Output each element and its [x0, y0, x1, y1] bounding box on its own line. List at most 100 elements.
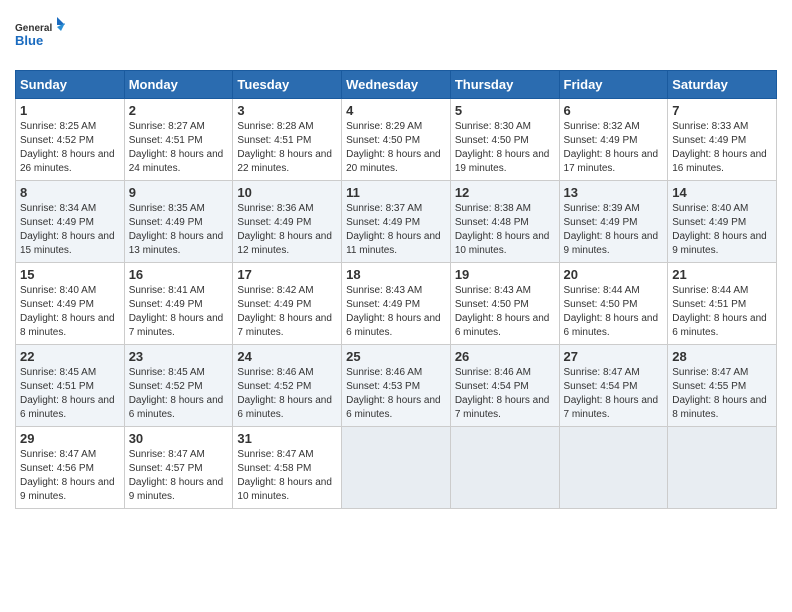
- day-number: 13: [564, 185, 664, 200]
- cell-info: Sunrise: 8:28 AMSunset: 4:51 PMDaylight:…: [237, 121, 332, 174]
- calendar-cell: 23 Sunrise: 8:45 AMSunset: 4:52 PMDaylig…: [124, 345, 233, 427]
- day-number: 14: [672, 185, 772, 200]
- calendar-cell: 16 Sunrise: 8:41 AMSunset: 4:49 PMDaylig…: [124, 263, 233, 345]
- day-number: 8: [20, 185, 120, 200]
- day-number: 31: [237, 431, 337, 446]
- calendar-cell: 9 Sunrise: 8:35 AMSunset: 4:49 PMDayligh…: [124, 181, 233, 263]
- calendar-cell: 1 Sunrise: 8:25 AMSunset: 4:52 PMDayligh…: [16, 99, 125, 181]
- calendar-cell: 11 Sunrise: 8:37 AMSunset: 4:49 PMDaylig…: [342, 181, 451, 263]
- calendar-cell: 4 Sunrise: 8:29 AMSunset: 4:50 PMDayligh…: [342, 99, 451, 181]
- calendar-cell: [559, 427, 668, 509]
- cell-info: Sunrise: 8:27 AMSunset: 4:51 PMDaylight:…: [129, 121, 224, 174]
- cell-info: Sunrise: 8:46 AMSunset: 4:53 PMDaylight:…: [346, 367, 441, 420]
- calendar-cell: 12 Sunrise: 8:38 AMSunset: 4:48 PMDaylig…: [450, 181, 559, 263]
- calendar-cell: 17 Sunrise: 8:42 AMSunset: 4:49 PMDaylig…: [233, 263, 342, 345]
- calendar-cell: 2 Sunrise: 8:27 AMSunset: 4:51 PMDayligh…: [124, 99, 233, 181]
- day-number: 15: [20, 267, 120, 282]
- day-number: 18: [346, 267, 446, 282]
- calendar-cell: 10 Sunrise: 8:36 AMSunset: 4:49 PMDaylig…: [233, 181, 342, 263]
- col-header-thursday: Thursday: [450, 71, 559, 99]
- calendar-cell: 30 Sunrise: 8:47 AMSunset: 4:57 PMDaylig…: [124, 427, 233, 509]
- calendar-cell: [450, 427, 559, 509]
- day-number: 17: [237, 267, 337, 282]
- cell-info: Sunrise: 8:38 AMSunset: 4:48 PMDaylight:…: [455, 203, 550, 256]
- calendar-cell: 21 Sunrise: 8:44 AMSunset: 4:51 PMDaylig…: [668, 263, 777, 345]
- day-number: 10: [237, 185, 337, 200]
- calendar-cell: 19 Sunrise: 8:43 AMSunset: 4:50 PMDaylig…: [450, 263, 559, 345]
- cell-info: Sunrise: 8:30 AMSunset: 4:50 PMDaylight:…: [455, 121, 550, 174]
- day-number: 21: [672, 267, 772, 282]
- calendar-cell: 22 Sunrise: 8:45 AMSunset: 4:51 PMDaylig…: [16, 345, 125, 427]
- day-number: 1: [20, 103, 120, 118]
- calendar-cell: 5 Sunrise: 8:30 AMSunset: 4:50 PMDayligh…: [450, 99, 559, 181]
- day-number: 6: [564, 103, 664, 118]
- calendar-cell: 3 Sunrise: 8:28 AMSunset: 4:51 PMDayligh…: [233, 99, 342, 181]
- cell-info: Sunrise: 8:45 AMSunset: 4:52 PMDaylight:…: [129, 367, 224, 420]
- cell-info: Sunrise: 8:47 AMSunset: 4:58 PMDaylight:…: [237, 449, 332, 502]
- cell-info: Sunrise: 8:42 AMSunset: 4:49 PMDaylight:…: [237, 285, 332, 338]
- day-number: 22: [20, 349, 120, 364]
- col-header-tuesday: Tuesday: [233, 71, 342, 99]
- col-header-saturday: Saturday: [668, 71, 777, 99]
- day-number: 30: [129, 431, 229, 446]
- day-number: 24: [237, 349, 337, 364]
- day-number: 11: [346, 185, 446, 200]
- calendar-cell: 7 Sunrise: 8:33 AMSunset: 4:49 PMDayligh…: [668, 99, 777, 181]
- day-number: 26: [455, 349, 555, 364]
- day-number: 20: [564, 267, 664, 282]
- calendar-cell: 27 Sunrise: 8:47 AMSunset: 4:54 PMDaylig…: [559, 345, 668, 427]
- cell-info: Sunrise: 8:47 AMSunset: 4:55 PMDaylight:…: [672, 367, 767, 420]
- cell-info: Sunrise: 8:36 AMSunset: 4:49 PMDaylight:…: [237, 203, 332, 256]
- cell-info: Sunrise: 8:39 AMSunset: 4:49 PMDaylight:…: [564, 203, 659, 256]
- cell-info: Sunrise: 8:34 AMSunset: 4:49 PMDaylight:…: [20, 203, 115, 256]
- calendar-cell: [668, 427, 777, 509]
- calendar-table: SundayMondayTuesdayWednesdayThursdayFrid…: [15, 70, 777, 509]
- cell-info: Sunrise: 8:47 AMSunset: 4:54 PMDaylight:…: [564, 367, 659, 420]
- cell-info: Sunrise: 8:32 AMSunset: 4:49 PMDaylight:…: [564, 121, 659, 174]
- day-number: 9: [129, 185, 229, 200]
- col-header-wednesday: Wednesday: [342, 71, 451, 99]
- calendar-cell: 31 Sunrise: 8:47 AMSunset: 4:58 PMDaylig…: [233, 427, 342, 509]
- cell-info: Sunrise: 8:25 AMSunset: 4:52 PMDaylight:…: [20, 121, 115, 174]
- calendar-cell: 28 Sunrise: 8:47 AMSunset: 4:55 PMDaylig…: [668, 345, 777, 427]
- cell-info: Sunrise: 8:43 AMSunset: 4:49 PMDaylight:…: [346, 285, 441, 338]
- logo: General Blue: [15, 15, 65, 60]
- week-row-1: 1 Sunrise: 8:25 AMSunset: 4:52 PMDayligh…: [16, 99, 777, 181]
- day-number: 28: [672, 349, 772, 364]
- day-number: 7: [672, 103, 772, 118]
- day-number: 16: [129, 267, 229, 282]
- week-row-5: 29 Sunrise: 8:47 AMSunset: 4:56 PMDaylig…: [16, 427, 777, 509]
- calendar-cell: 29 Sunrise: 8:47 AMSunset: 4:56 PMDaylig…: [16, 427, 125, 509]
- cell-info: Sunrise: 8:44 AMSunset: 4:51 PMDaylight:…: [672, 285, 767, 338]
- calendar-cell: 20 Sunrise: 8:44 AMSunset: 4:50 PMDaylig…: [559, 263, 668, 345]
- cell-info: Sunrise: 8:41 AMSunset: 4:49 PMDaylight:…: [129, 285, 224, 338]
- col-header-sunday: Sunday: [16, 71, 125, 99]
- day-number: 25: [346, 349, 446, 364]
- day-number: 19: [455, 267, 555, 282]
- cell-info: Sunrise: 8:43 AMSunset: 4:50 PMDaylight:…: [455, 285, 550, 338]
- cell-info: Sunrise: 8:35 AMSunset: 4:49 PMDaylight:…: [129, 203, 224, 256]
- cell-info: Sunrise: 8:37 AMSunset: 4:49 PMDaylight:…: [346, 203, 441, 256]
- calendar-cell: 26 Sunrise: 8:46 AMSunset: 4:54 PMDaylig…: [450, 345, 559, 427]
- calendar-cell: 25 Sunrise: 8:46 AMSunset: 4:53 PMDaylig…: [342, 345, 451, 427]
- col-header-friday: Friday: [559, 71, 668, 99]
- calendar-cell: 8 Sunrise: 8:34 AMSunset: 4:49 PMDayligh…: [16, 181, 125, 263]
- header-row: SundayMondayTuesdayWednesdayThursdayFrid…: [16, 71, 777, 99]
- day-number: 4: [346, 103, 446, 118]
- week-row-3: 15 Sunrise: 8:40 AMSunset: 4:49 PMDaylig…: [16, 263, 777, 345]
- day-number: 2: [129, 103, 229, 118]
- day-number: 5: [455, 103, 555, 118]
- page-header: General Blue: [15, 15, 777, 60]
- day-number: 23: [129, 349, 229, 364]
- calendar-cell: 6 Sunrise: 8:32 AMSunset: 4:49 PMDayligh…: [559, 99, 668, 181]
- cell-info: Sunrise: 8:40 AMSunset: 4:49 PMDaylight:…: [672, 203, 767, 256]
- calendar-cell: 13 Sunrise: 8:39 AMSunset: 4:49 PMDaylig…: [559, 181, 668, 263]
- cell-info: Sunrise: 8:44 AMSunset: 4:50 PMDaylight:…: [564, 285, 659, 338]
- cell-info: Sunrise: 8:45 AMSunset: 4:51 PMDaylight:…: [20, 367, 115, 420]
- cell-info: Sunrise: 8:29 AMSunset: 4:50 PMDaylight:…: [346, 121, 441, 174]
- cell-info: Sunrise: 8:40 AMSunset: 4:49 PMDaylight:…: [20, 285, 115, 338]
- calendar-cell: 15 Sunrise: 8:40 AMSunset: 4:49 PMDaylig…: [16, 263, 125, 345]
- week-row-4: 22 Sunrise: 8:45 AMSunset: 4:51 PMDaylig…: [16, 345, 777, 427]
- cell-info: Sunrise: 8:47 AMSunset: 4:56 PMDaylight:…: [20, 449, 115, 502]
- day-number: 12: [455, 185, 555, 200]
